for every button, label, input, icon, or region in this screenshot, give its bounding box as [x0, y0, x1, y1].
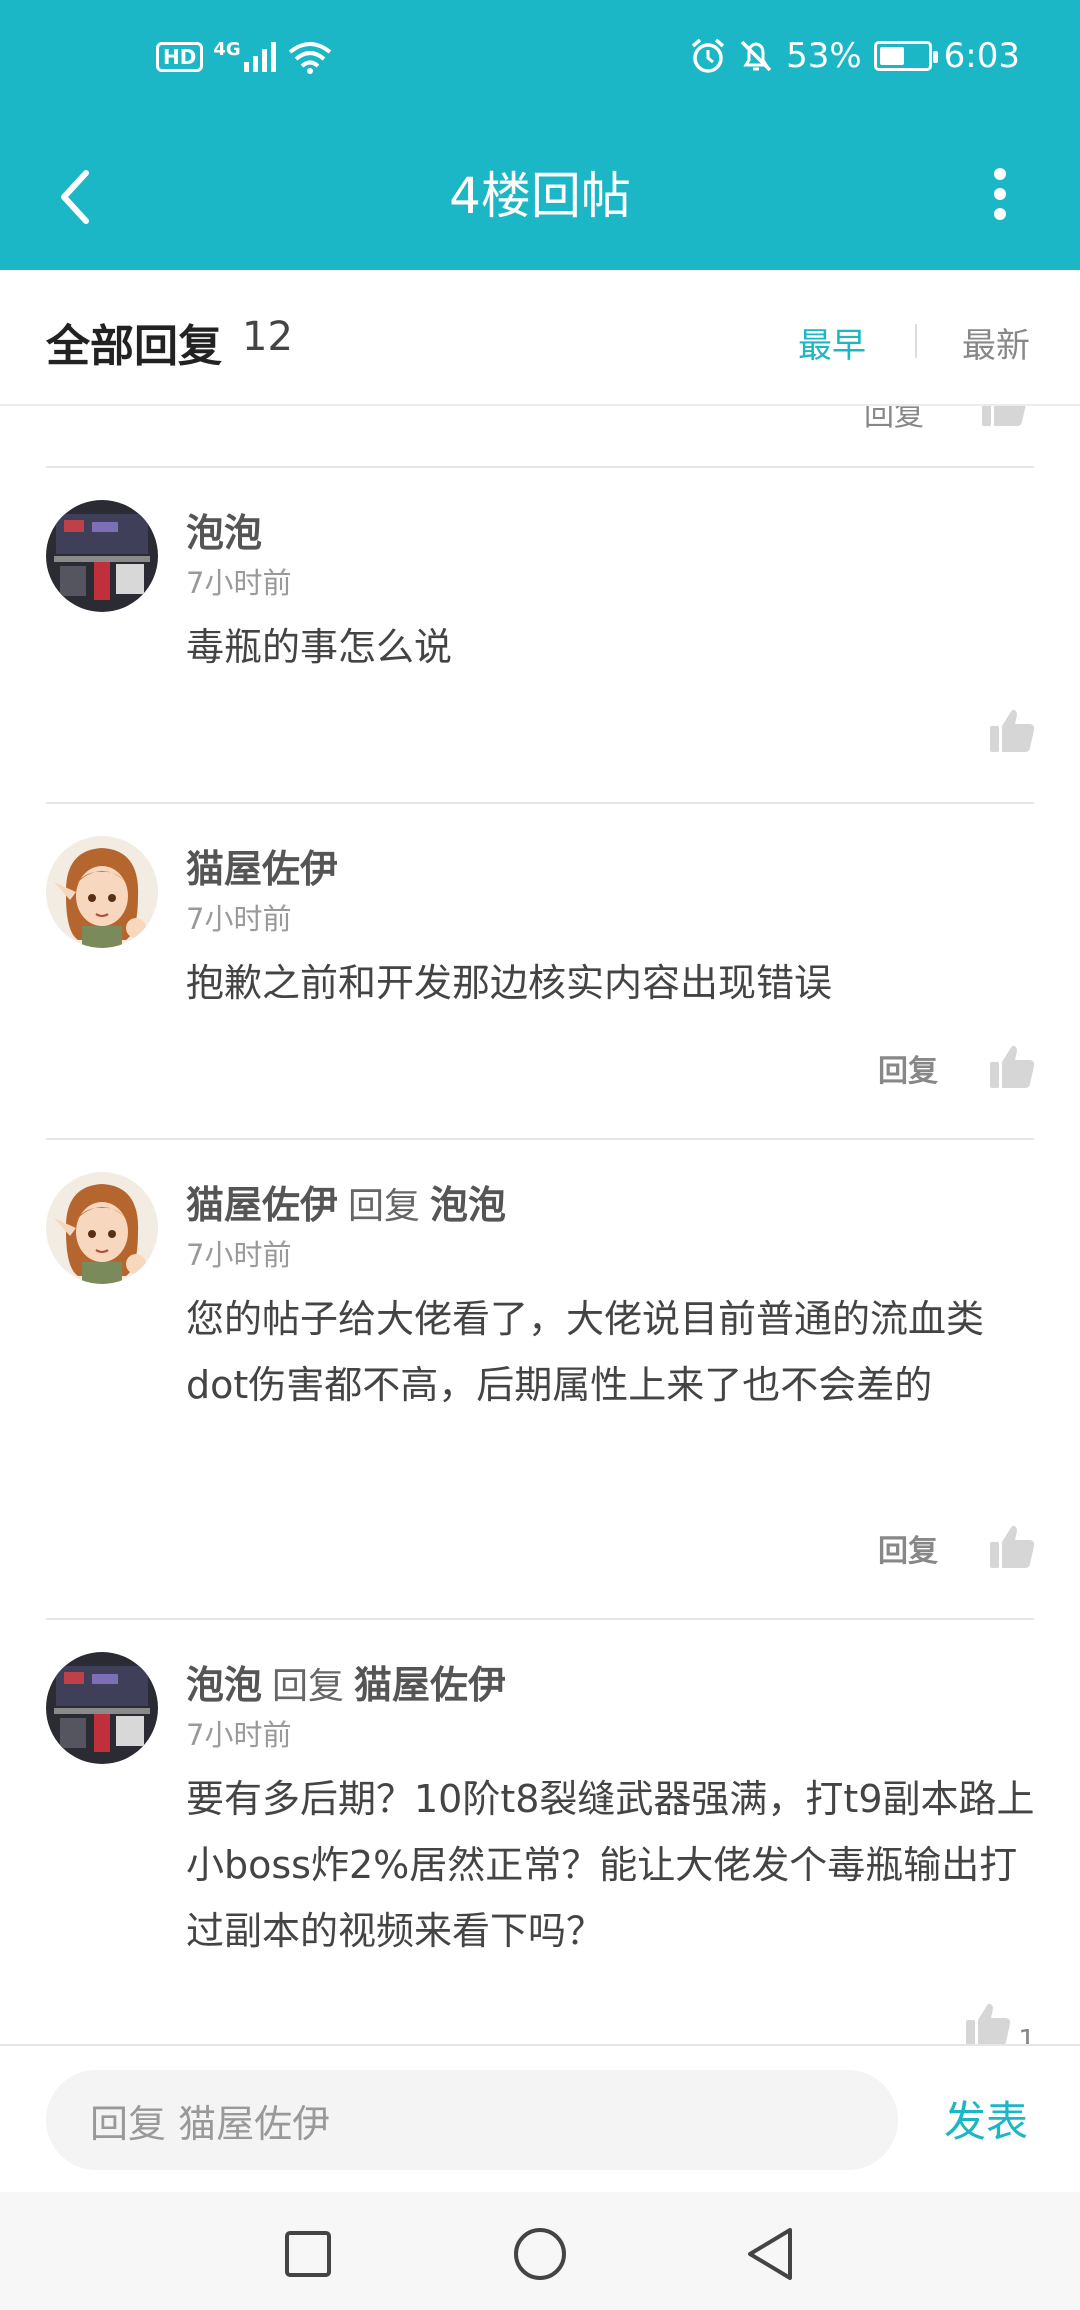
- system-nav-bar: [0, 2192, 1080, 2310]
- comment-time: 7小时前: [186, 1718, 292, 1752]
- comment-author-line: 猫屋佐伊: [186, 838, 338, 893]
- back-triangle-icon: [748, 2228, 792, 2280]
- avatar[interactable]: [46, 1652, 158, 1764]
- reply-word: 回复: [348, 1186, 421, 1227]
- comment-item: 泡泡 7小时前 毒瓶的事怎么说: [0, 468, 1080, 802]
- thumbs-up-icon: [990, 1525, 1035, 1568]
- network-type-label: 4G: [213, 39, 241, 60]
- comment-author-line: 泡泡 回复 猫屋佐伊: [186, 1654, 506, 1709]
- status-bar: HD 4G 53% 6:03: [0, 0, 1080, 124]
- like-button[interactable]: [964, 2000, 1012, 2044]
- avatar[interactable]: [46, 500, 158, 612]
- signal-4g-icon: 4G: [213, 39, 277, 72]
- comment-author-line: 猫屋佐伊 回复 泡泡: [186, 1174, 506, 1229]
- sort-earliest-tab[interactable]: 最早: [798, 318, 866, 367]
- user-avatar-image: [46, 1172, 158, 1284]
- thumbs-up-icon: [990, 709, 1035, 752]
- reply-word: 回复: [272, 1666, 345, 1707]
- mute-bell-icon: [740, 40, 772, 72]
- reply-target[interactable]: 泡泡: [430, 1183, 506, 1227]
- comment-actions: [988, 702, 1036, 762]
- comment-author[interactable]: 泡泡: [186, 511, 262, 555]
- app-bar: HD 4G 53% 6:03 4楼回帖: [0, 0, 1080, 270]
- back-nav-button[interactable]: [730, 2214, 810, 2294]
- signal-bars-icon: [243, 42, 276, 72]
- battery-percent: 53%: [786, 36, 862, 76]
- page-title: 4楼回帖: [449, 167, 631, 225]
- reply-link[interactable]: 回复: [878, 1526, 938, 1570]
- reply-link[interactable]: 回复: [864, 406, 924, 434]
- like-button[interactable]: [980, 406, 1028, 432]
- comment-text: 毒瓶的事怎么说: [186, 625, 453, 669]
- user-avatar-image: [46, 836, 158, 948]
- avatar[interactable]: [46, 836, 158, 948]
- reply-link[interactable]: 回复: [878, 1046, 938, 1090]
- status-time: 6:03: [943, 36, 1020, 76]
- comment-item: 泡泡 回复 猫屋佐伊 7小时前 要有多后期？10阶t8裂缝武器强满，打t9副本路上小…: [0, 1620, 1080, 2044]
- avatar[interactable]: [46, 1172, 158, 1284]
- hd-icon: HD: [156, 42, 204, 72]
- user-avatar-image: [46, 500, 158, 612]
- comment-item: 猫屋佐伊 回复 泡泡 7小时前 您的帖子给大佬看了，大佬说目前普通的流血类dot伤害…: [0, 1140, 1080, 1618]
- battery-fill: [879, 47, 904, 65]
- recent-apps-button[interactable]: [268, 2214, 348, 2294]
- comment-actions: 1: [964, 1996, 1036, 2044]
- comment-list[interactable]: 回复 泡泡 7小时前 毒瓶的事怎么说 猫屋佐伊 7小时前 抱歉之前和开发那边核实…: [0, 406, 1080, 2044]
- previous-comment-actions: 回复: [0, 406, 1080, 470]
- comment-text: 抱歉之前和开发那边核实内容出现错误: [186, 961, 833, 1005]
- more-menu-button[interactable]: [960, 154, 1040, 234]
- reply-target[interactable]: 猫屋佐伊: [354, 1663, 506, 1707]
- comment-author[interactable]: 猫屋佐伊: [186, 847, 338, 891]
- send-button[interactable]: 发表: [944, 2088, 1028, 2149]
- thumbs-up-icon: [982, 406, 1026, 426]
- reply-input[interactable]: 回复 猫屋佐伊: [46, 2070, 898, 2170]
- more-vertical-icon: [994, 168, 1006, 220]
- thumbs-up-icon: [966, 2003, 1011, 2044]
- home-button[interactable]: [500, 2214, 580, 2294]
- battery-icon: [873, 41, 938, 71]
- comment-text: 您的帖子给大佬看了，大佬说目前普通的流血类dot伤害都不高，后期属性上来了也不会…: [186, 1297, 985, 1407]
- like-button[interactable]: [988, 1522, 1036, 1574]
- comment-time: 7小时前: [186, 1238, 292, 1272]
- replies-count: 12: [242, 314, 293, 360]
- wifi-icon: [288, 42, 331, 74]
- sort-latest-tab[interactable]: 最新: [962, 318, 1030, 367]
- comment-author-line: 泡泡: [186, 502, 262, 557]
- comment-author[interactable]: 泡泡: [186, 1663, 262, 1707]
- sort-divider: [915, 324, 917, 358]
- comment-item: 猫屋佐伊 7小时前 抱歉之前和开发那边核实内容出现错误 回复: [0, 804, 1080, 1138]
- like-button[interactable]: [988, 1042, 1036, 1094]
- status-left: HD 4G: [156, 39, 332, 74]
- comment-actions: 回复: [878, 1038, 1036, 1098]
- reply-composer: 回复 猫屋佐伊 发表: [0, 2044, 1080, 2192]
- user-avatar-image: [46, 1652, 158, 1764]
- replies-title: 全部回复: [46, 321, 222, 372]
- thumbs-up-icon: [990, 1045, 1035, 1088]
- comment-time: 7小时前: [186, 902, 292, 936]
- comment-author[interactable]: 猫屋佐伊: [186, 1183, 338, 1227]
- like-count: 1: [1018, 2022, 1036, 2045]
- home-icon: [514, 2228, 566, 2280]
- alarm-icon: [691, 38, 725, 73]
- like-button[interactable]: [988, 706, 1036, 758]
- replies-header: 全部回复 12 最早 最新: [0, 270, 1080, 406]
- nav-bar: 4楼回帖: [0, 124, 1080, 270]
- status-right: 53% 6:03: [690, 36, 1020, 76]
- comment-time: 7小时前: [186, 566, 292, 600]
- recent-apps-icon: [285, 2231, 331, 2277]
- comment-text: 要有多后期？10阶t8裂缝武器强满，打t9副本路上小boss炸2%居然正常？能让…: [186, 1777, 1035, 1953]
- comment-actions: 回复: [878, 1518, 1036, 1578]
